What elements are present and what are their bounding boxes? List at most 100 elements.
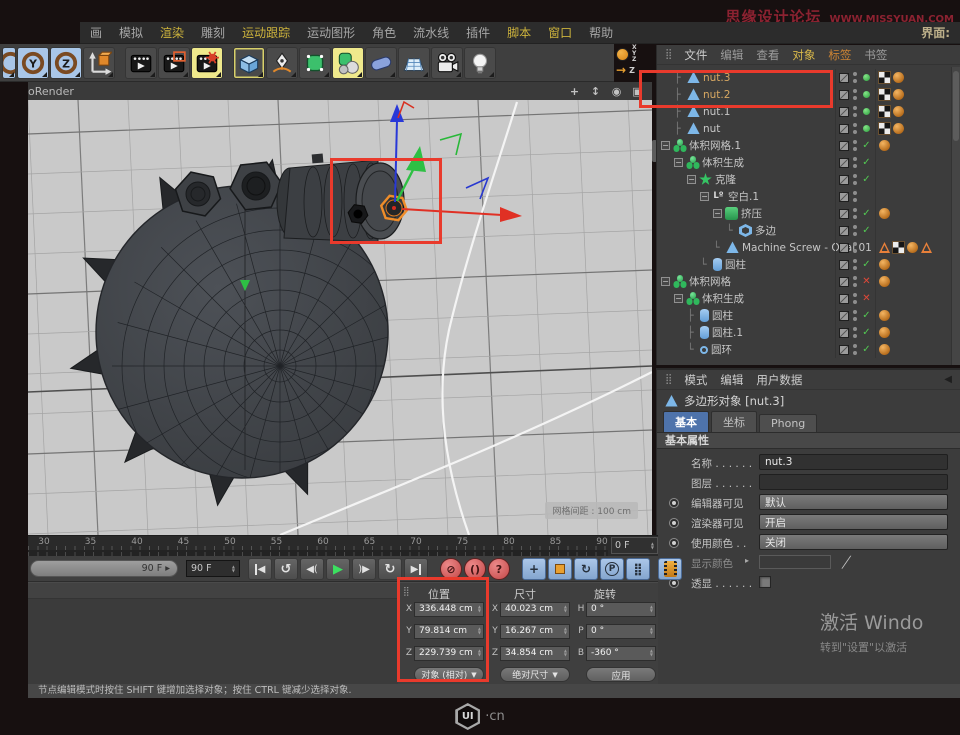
visibility-dots-icon[interactable] <box>853 276 857 287</box>
rotate-icon[interactable]: ◉ <box>610 85 623 98</box>
object-row-多边[interactable]: └多边✓ <box>657 222 950 239</box>
am-menu-用户数据[interactable]: 用户数据 <box>756 372 802 388</box>
ball-tag-icon[interactable] <box>893 106 904 117</box>
ball-tag-icon[interactable] <box>893 123 904 134</box>
om-menu-对象[interactable]: 对象 <box>792 47 815 63</box>
layer-chip-icon[interactable] <box>839 192 849 202</box>
ball-tag-icon[interactable] <box>879 208 890 219</box>
om-menu-编辑[interactable]: 编辑 <box>720 47 743 63</box>
visibility-dots-icon[interactable] <box>853 259 857 270</box>
visible-renderer-select[interactable]: 开启 <box>759 514 948 530</box>
color-swatch[interactable] <box>759 555 831 569</box>
axis-lock-widget[interactable]: XYZ →Z <box>616 46 656 82</box>
enable-toggle-icon[interactable]: ✓ <box>861 307 872 324</box>
enable-toggle-icon[interactable]: ✓ <box>861 171 872 188</box>
layer-chip-icon[interactable] <box>839 141 849 151</box>
visibility-dots-icon[interactable] <box>853 242 857 253</box>
size-x-field[interactable]: 40.023 cm▲ ▼ <box>500 602 570 617</box>
panel-grip-icon[interactable]: ⣿ <box>665 49 671 60</box>
layer-chip-icon[interactable] <box>839 90 849 100</box>
object-row-nut.3[interactable]: ├nut.3 <box>657 69 950 86</box>
expander-icon[interactable]: − <box>687 175 696 184</box>
enable-toggle-icon[interactable]: ✓ <box>861 256 872 273</box>
enable-toggle-icon[interactable]: ✓ <box>861 222 872 239</box>
om-menu-书签[interactable]: 书签 <box>864 47 887 63</box>
enable-toggle-icon[interactable] <box>863 125 870 132</box>
size-y-field[interactable]: 16.267 cm▲ ▼ <box>500 624 570 639</box>
visibility-dots-icon[interactable] <box>853 72 857 83</box>
visibility-dots-icon[interactable] <box>853 174 857 185</box>
menu-画[interactable]: 画 <box>90 24 102 41</box>
expander-icon[interactable]: − <box>713 209 722 218</box>
expand-arrow-icon[interactable]: ▸ <box>745 556 749 565</box>
object-row-Machine Screw - Oval 01[interactable]: └Machine Screw - Oval 01 <box>657 239 950 256</box>
goto-end-button[interactable]: ▶ <box>404 558 428 580</box>
tab-坐标[interactable]: 坐标 <box>711 411 757 432</box>
position-y-field[interactable]: 79.814 cm▲ ▼ <box>414 624 484 639</box>
checker-tag-icon[interactable] <box>893 242 904 253</box>
play-loop-button[interactable]: ↻ <box>378 558 402 580</box>
enable-toggle-icon[interactable]: ✓ <box>861 205 872 222</box>
prev-frame-button[interactable]: ◀( <box>300 558 324 580</box>
layer-chip-icon[interactable] <box>839 107 849 117</box>
tri-tag-icon[interactable] <box>921 242 932 253</box>
expander-icon[interactable]: − <box>674 158 683 167</box>
layer-chip-icon[interactable] <box>839 158 849 168</box>
ball-tag-icon[interactable] <box>879 310 890 321</box>
maximize-icon[interactable]: ▣ <box>631 85 644 98</box>
animation-dot-icon[interactable] <box>669 498 679 508</box>
toolbar-deformer-button[interactable] <box>365 47 397 79</box>
spinner-icon[interactable]: ▲ ▼ <box>232 565 235 573</box>
enable-toggle-icon[interactable] <box>863 108 870 115</box>
visibility-dots-icon[interactable] <box>853 106 857 117</box>
enable-toggle-icon[interactable] <box>863 91 870 98</box>
animation-dot-icon[interactable] <box>669 538 679 548</box>
layer-input[interactable] <box>759 474 948 490</box>
enable-toggle-icon[interactable]: ✕ <box>861 273 872 290</box>
menu-运动图形[interactable]: 运动图形 <box>307 24 355 41</box>
xray-checkbox[interactable] <box>759 576 771 588</box>
record-pla-button[interactable]: ⣿ <box>626 558 650 580</box>
object-row-体积网格[interactable]: −体积网格✕ <box>657 273 950 290</box>
enable-toggle-icon[interactable]: ✓ <box>861 154 872 171</box>
ball-tag-icon[interactable] <box>893 89 904 100</box>
toolbar-coords-button[interactable] <box>83 47 115 79</box>
size-z-field[interactable]: 34.854 cm▲ ▼ <box>500 646 570 661</box>
toolbar-pen-button[interactable] <box>266 47 298 79</box>
play-backwards-button[interactable]: ↺ <box>274 558 298 580</box>
visibility-dots-icon[interactable] <box>853 157 857 168</box>
position-z-field[interactable]: 229.739 cm▲ ▼ <box>414 646 484 661</box>
om-menu-文件[interactable]: 文件 <box>684 47 707 63</box>
menu-脚本[interactable]: 脚本 <box>507 24 531 41</box>
layer-chip-icon[interactable] <box>839 311 849 321</box>
am-menu-模式[interactable]: 模式 <box>684 372 707 388</box>
viewport-3d[interactable]: oRender + ↕ ◉ ▣ 网格间距 : 100 cm <box>28 82 652 535</box>
animation-dot-icon[interactable] <box>669 518 679 528</box>
toolbar-render-view-button[interactable] <box>125 47 157 79</box>
size-mode-dropdown[interactable]: 绝对尺寸 ▼ <box>500 667 570 682</box>
ball-tag-icon[interactable] <box>879 344 890 355</box>
viewport-canvas[interactable] <box>28 100 652 535</box>
record-rotation-button[interactable]: ↻ <box>574 558 598 580</box>
visibility-dots-icon[interactable] <box>853 123 857 134</box>
layer-chip-icon[interactable] <box>839 277 849 287</box>
menu-运动跟踪[interactable]: 运动跟踪 <box>242 24 290 41</box>
color-picker-pen-icon[interactable]: ╱ <box>842 556 851 569</box>
record-parameter-button[interactable]: P <box>600 558 624 580</box>
panel-grip-icon[interactable]: ⣿ <box>665 374 671 385</box>
toolbar-render-region-button[interactable] <box>158 47 190 79</box>
ball-tag-icon[interactable] <box>879 140 890 151</box>
record-keyframe-button[interactable]: ⊘ <box>440 558 462 580</box>
toolbar-floor-button[interactable] <box>398 47 430 79</box>
expander-icon[interactable]: − <box>661 141 670 150</box>
menu-帮助[interactable]: 帮助 <box>589 24 613 41</box>
menu-渲染[interactable]: 渲染 <box>160 24 184 41</box>
toolbar-subdiv-button[interactable] <box>299 47 331 79</box>
visibility-dots-icon[interactable] <box>853 293 857 304</box>
end-frame-field[interactable]: 90 F ▲ ▼ <box>186 560 240 577</box>
toolbar-cube-button[interactable] <box>233 47 265 79</box>
keying-help-button[interactable]: ? <box>488 558 510 580</box>
collapse-arrow-icon[interactable]: ◀ <box>944 374 952 385</box>
object-row-圆环[interactable]: └圆环✓ <box>657 341 950 358</box>
om-menu-查看[interactable]: 查看 <box>756 47 779 63</box>
